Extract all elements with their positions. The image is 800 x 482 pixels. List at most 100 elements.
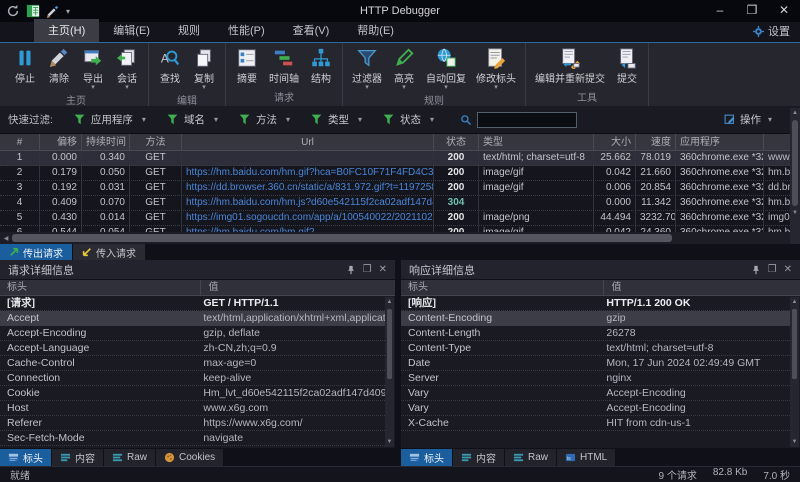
tab-request-headers[interactable]: 标头 xyxy=(0,449,51,466)
stop-button[interactable]: 停止 xyxy=(8,45,42,85)
tab-request-cookies[interactable]: Cookies xyxy=(156,449,223,466)
col-header-status[interactable]: 状态 xyxy=(434,134,479,150)
col-header-application[interactable]: 应用程序 xyxy=(676,134,764,150)
col-header-type[interactable]: 类型 xyxy=(479,134,594,150)
highlight-button[interactable]: 高亮 xyxy=(387,45,421,91)
scroll-thumb[interactable] xyxy=(387,309,392,379)
summary-button[interactable]: 摘要 xyxy=(230,45,264,85)
col-header-offset[interactable]: 偏移 xyxy=(40,134,82,150)
sync-icon[interactable] xyxy=(6,4,20,18)
close-button[interactable]: ✕ xyxy=(768,0,800,22)
tab-response-html[interactable]: htHTML xyxy=(557,449,615,466)
header-row[interactable]: Vary Accept-Encoding xyxy=(401,401,790,416)
header-row[interactable]: Server nginx xyxy=(401,371,790,386)
search-input[interactable] xyxy=(477,112,577,128)
col-header-name[interactable]: 标头 xyxy=(0,280,201,295)
col-header-index[interactable]: # xyxy=(0,134,40,150)
scroll-up-icon[interactable]: ▲ xyxy=(792,297,798,307)
tab-incoming-requests[interactable]: 传入请求 xyxy=(73,244,145,260)
timeline-button[interactable]: 时间轴 xyxy=(264,45,304,85)
submit-button[interactable]: 提交 xyxy=(610,45,644,85)
copy-button[interactable]: 复制 xyxy=(187,45,221,91)
col-header-size[interactable]: 大小 xyxy=(594,134,636,150)
header-row[interactable]: X-Cache HIT from cdn-us-1 xyxy=(401,416,790,431)
modify-headers-button[interactable]: 修改标头 xyxy=(471,45,521,91)
header-row[interactable]: Cache-Control max-age=0 xyxy=(0,356,385,371)
panel-vertical-scrollbar[interactable]: ▲ ▼ xyxy=(790,297,799,447)
cell-url[interactable] xyxy=(182,151,434,165)
cell-url[interactable]: https://hm.baidu.com/hm.gif?hca=B0FC10F7… xyxy=(182,166,434,180)
scroll-left-icon[interactable]: ◀ xyxy=(0,235,12,242)
panel-vertical-scrollbar[interactable]: ▲ ▼ xyxy=(385,297,394,447)
header-row[interactable]: Connection keep-alive xyxy=(0,371,385,386)
header-row[interactable]: Referer https://www.x6g.com/ xyxy=(0,416,385,431)
header-row[interactable]: [响应] HTTP/1.1 200 OK xyxy=(401,296,790,311)
tab-view[interactable]: 查看(V) xyxy=(279,19,344,42)
qat-dropdown-caret-icon[interactable]: ▾ xyxy=(66,7,70,16)
filter-method-dropdown[interactable]: 方法 xyxy=(230,109,298,130)
header-row[interactable]: Content-Encoding gzip xyxy=(401,311,790,326)
tab-rules[interactable]: 规则 xyxy=(164,19,214,42)
scroll-down-icon[interactable]: ▼ xyxy=(792,208,798,218)
auto-reply-button[interactable]: 自动回复 xyxy=(421,45,471,91)
tab-request-content[interactable]: 内容 xyxy=(52,449,103,466)
scroll-thumb[interactable] xyxy=(792,120,798,206)
pin-icon[interactable] xyxy=(751,265,761,275)
tab-response-raw[interactable]: Raw xyxy=(505,449,556,466)
table-row[interactable]: 2 0.179 0.050 GET https://hm.baidu.com/h… xyxy=(0,166,800,181)
col-header-name[interactable]: 标头 xyxy=(401,280,604,295)
header-row[interactable]: Host www.x6g.com xyxy=(0,401,385,416)
brush-icon[interactable] xyxy=(46,4,60,18)
tab-response-headers[interactable]: 标头 xyxy=(401,449,452,466)
panel-maximize-icon[interactable]: ❐ xyxy=(363,264,372,275)
filter-domain-dropdown[interactable]: 域名 xyxy=(158,109,226,130)
session-button[interactable]: 会话 xyxy=(110,45,144,91)
header-row[interactable]: Date Mon, 17 Jun 2024 02:49:49 GMT xyxy=(401,356,790,371)
tab-outgoing-requests[interactable]: 传出请求 xyxy=(0,244,72,260)
col-header-value[interactable]: 值 xyxy=(604,280,800,295)
col-header-value[interactable]: 值 xyxy=(201,280,395,295)
minimize-button[interactable]: – xyxy=(704,0,736,22)
scroll-up-icon[interactable]: ▲ xyxy=(792,108,798,118)
tab-response-content[interactable]: 内容 xyxy=(453,449,504,466)
filter-application-dropdown[interactable]: 应用程序 xyxy=(65,109,154,130)
col-header-speed[interactable]: 速度 xyxy=(636,134,676,150)
table-row[interactable]: 4 0.409 0.070 GET https://hm.baidu.com/h… xyxy=(0,196,800,211)
scroll-up-icon[interactable]: ▲ xyxy=(387,297,393,307)
header-row[interactable]: Cookie Hm_lvt_d60e542115f2ca02adf147d409… xyxy=(0,386,385,401)
table-row[interactable]: 1 0.000 0.340 GET 200 text/html; charset… xyxy=(0,151,800,166)
filter-status-dropdown[interactable]: 状态 xyxy=(374,109,442,130)
table-row[interactable]: 5 0.430 0.014 GET https://img01.sogoucdn… xyxy=(0,211,800,226)
filter-type-dropdown[interactable]: 类型 xyxy=(302,109,370,130)
tab-request-raw[interactable]: Raw xyxy=(104,449,155,466)
panel-close-icon[interactable]: ✕ xyxy=(784,264,792,275)
panel-close-icon[interactable]: ✕ xyxy=(379,264,387,275)
table-vertical-scrollbar[interactable]: ▲ ▼ xyxy=(790,108,800,244)
cell-url[interactable]: https://img01.sogoucdn.com/app/a/1005400… xyxy=(182,211,434,225)
panel-maximize-icon[interactable]: ❐ xyxy=(768,264,777,275)
cell-url[interactable]: https://hm.baidu.com/hm.js?d60e542115f2c… xyxy=(182,196,434,210)
header-row[interactable]: [请求] GET / HTTP/1.1 xyxy=(0,296,385,311)
table-horizontal-scrollbar[interactable]: ◀ ▶ xyxy=(0,232,800,244)
scroll-down-icon[interactable]: ▼ xyxy=(387,437,393,447)
header-row[interactable]: Sec-Fetch-Mode navigate xyxy=(0,431,385,446)
tab-performance[interactable]: 性能(P) xyxy=(214,19,279,42)
action-button[interactable]: 操作 xyxy=(724,112,772,127)
find-button[interactable]: A查找 xyxy=(153,45,187,85)
col-header-url[interactable]: Url xyxy=(182,134,434,150)
scroll-thumb[interactable] xyxy=(12,234,672,242)
clear-button[interactable]: 清除 xyxy=(42,45,76,85)
scroll-down-icon[interactable]: ▼ xyxy=(792,437,798,447)
tab-edit[interactable]: 编辑(E) xyxy=(99,19,164,42)
cell-url[interactable]: https://dd.browser.360.cn/static/a/831.9… xyxy=(182,181,434,195)
tab-home[interactable]: 主页(H) xyxy=(34,19,99,42)
col-header-duration[interactable]: 持续时间 xyxy=(82,134,130,150)
maximize-button[interactable]: ❐ xyxy=(736,0,768,22)
export-button[interactable]: 导出 xyxy=(76,45,110,91)
table-row[interactable]: 3 0.192 0.031 GET https://dd.browser.360… xyxy=(0,181,800,196)
header-row[interactable]: Content-Length 26278 xyxy=(401,326,790,341)
settings-button[interactable]: 设置 xyxy=(743,23,800,42)
filter-button[interactable]: 过滤器 xyxy=(347,45,387,91)
header-row[interactable]: Vary Accept-Encoding xyxy=(401,386,790,401)
header-row[interactable]: Accept text/html,application/xhtml+xml,a… xyxy=(0,311,385,326)
